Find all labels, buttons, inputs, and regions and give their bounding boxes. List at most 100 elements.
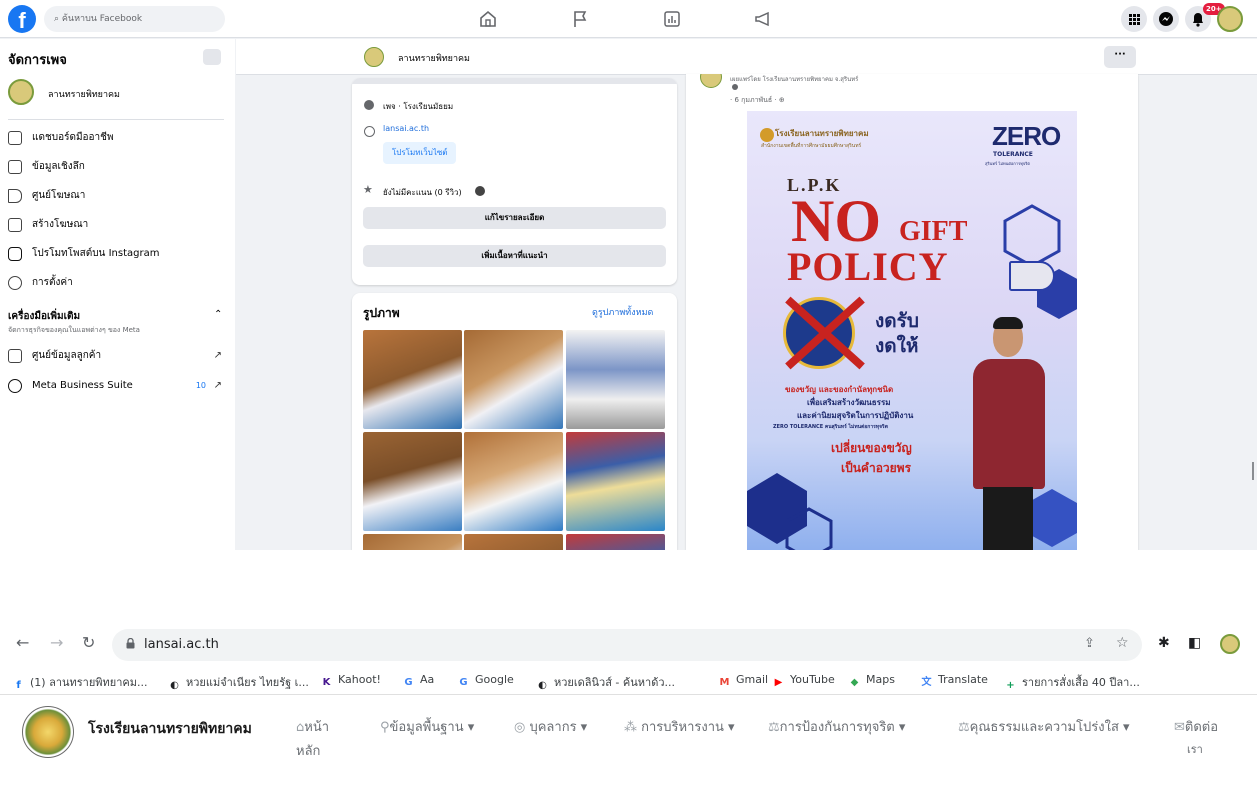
star-icon: ★ [363, 183, 373, 196]
bookmark-star-icon[interactable]: ☆ [1116, 635, 1129, 651]
bookmark-item[interactable]: ◆ Maps [848, 673, 895, 689]
bookmark-favicon-icon: G [404, 677, 413, 688]
bookmark-item[interactable]: ◐ หวยเดลินิวส์ - ค้นหาด้ว... [536, 673, 675, 692]
reload-icon[interactable]: ↻ [82, 633, 95, 652]
bookmark-item[interactable]: G Google [457, 673, 513, 689]
photo-thumbnail[interactable] [566, 330, 665, 429]
sidebar-item-business-suite[interactable]: Meta Business Suite 10 ↗ [8, 376, 228, 396]
nav-basic-info[interactable]: ⚲ข้อมูลพื้นฐาน ▾ [380, 716, 474, 737]
nav-home-line2[interactable]: หลัก [296, 740, 320, 761]
photo-thumbnail[interactable] [464, 330, 563, 429]
page-avatar-small[interactable] [364, 47, 384, 67]
school-logo[interactable] [22, 706, 74, 758]
nav-home[interactable]: ⌂หน้า [296, 716, 329, 737]
page-avatar[interactable] [8, 79, 34, 105]
nav-administration[interactable]: ⁂ การบริหารงาน ▾ [624, 716, 735, 737]
facebook-window: f ⌕ ค้นหาบน Facebook 20+ จัดการเพจ ลานทร… [0, 0, 1257, 550]
menu-grid-icon[interactable] [1121, 6, 1147, 32]
info-icon [364, 100, 374, 110]
external-link-icon: ↗ [213, 350, 222, 361]
bookmark-item[interactable]: ◐ หวยแม่จำเนียร ไทยรัฐ เ... [168, 673, 309, 692]
bookmark-label: หวยเดลินิวส์ - ค้นหาด้ว... [554, 676, 676, 689]
bookmark-label: Maps [866, 673, 895, 686]
bookmark-label: หวยแม่จำเนียร ไทยรัฐ เ... [186, 676, 309, 689]
poster-line-1: ของขวัญ และของกำนัลทุกชนิด [785, 385, 894, 394]
profile-avatar[interactable] [1217, 6, 1243, 32]
school-site-name[interactable]: โรงเรียนลานทรายพิทยาคม [88, 718, 252, 740]
bookmark-item[interactable]: + รายการสั่งเสื้อ 40 ปีลา... [1004, 673, 1140, 692]
messenger-icon[interactable] [1153, 6, 1179, 32]
scrollbar-thumb[interactable] [1252, 462, 1254, 480]
poster-line-3: และค่านิยมสุจริตในการปฏิบัติงาน [797, 411, 914, 420]
sidebar-item-dashboard[interactable]: แดชบอร์ดมืออาชีพ [8, 128, 228, 148]
browser-toolbar: ← → ↻ lansai.ac.th ⇪ ☆ ✱ ◧ [0, 623, 1257, 667]
sidebar-collapse-icon[interactable] [203, 49, 221, 65]
info-icon[interactable] [475, 186, 485, 196]
address-bar[interactable]: lansai.ac.th ⇪ ☆ [112, 629, 1142, 661]
post-date: · 6 กุมภาพันธ์ · ⊕ [730, 96, 785, 104]
share-icon[interactable]: ⇪ [1084, 636, 1095, 651]
facebook-search-input[interactable]: ⌕ ค้นหาบน Facebook [44, 6, 225, 32]
extensions-puzzle-icon[interactable]: ✱ [1158, 635, 1170, 651]
see-all-photos-link[interactable]: ดูรูปภาพทั้งหมด [592, 305, 653, 319]
sidebar-item-instagram[interactable]: โปรโมทโพสต์บน Instagram [8, 244, 228, 264]
nav-ethics-transparency[interactable]: ⚖คุณธรรมและความโปร่งใส ▾ [958, 716, 1130, 737]
bookmark-item[interactable]: M Gmail [718, 673, 769, 689]
nav-anti-corruption[interactable]: ⚖การป้องกันการทุจริต ▾ [768, 716, 905, 737]
sidebar-item-create-ad[interactable]: สร้างโฆษณา [8, 215, 228, 235]
bookmark-favicon-icon: M [719, 677, 730, 688]
rating-text: ยังไม่มีคะแนน (0 รีวิว) [383, 188, 462, 197]
facebook-logo-icon[interactable]: f [8, 5, 36, 33]
photo-thumbnail[interactable] [363, 534, 462, 550]
photo-thumbnail[interactable] [566, 534, 665, 550]
poster-no-give: งดให้ [875, 335, 919, 357]
back-arrow-icon[interactable]: ← [16, 633, 29, 652]
profile-avatar[interactable] [1220, 634, 1240, 654]
meta-business-icon [8, 379, 22, 393]
photo-thumbnail[interactable] [566, 432, 665, 531]
sidebar-item-ad-center[interactable]: ศูนย์โฆษณา [8, 186, 228, 206]
post-author-avatar[interactable] [700, 74, 722, 88]
nav-contact[interactable]: ✉ติดต่อ [1174, 716, 1218, 737]
photo-thumbnail[interactable] [363, 432, 462, 531]
lock-icon [126, 638, 135, 649]
poster-line-6: เป็นคำอวยพร [841, 461, 912, 475]
sidebar-item-customer-center[interactable]: ศูนย์ข้อมูลลูกค้า ↗ [8, 346, 228, 366]
photo-thumbnail[interactable] [464, 534, 563, 550]
bookmark-item[interactable]: G Aa [402, 673, 434, 689]
forward-arrow-icon[interactable]: → [50, 633, 63, 652]
photo-thumbnail[interactable] [363, 330, 462, 429]
poster-policy: POLICY [787, 244, 949, 289]
home-icon[interactable] [478, 9, 498, 29]
card-top-strip [352, 78, 677, 84]
more-options-button[interactable]: ··· [1104, 46, 1136, 68]
insights-icon[interactable] [662, 9, 682, 29]
bookmark-favicon-icon: ◐ [170, 680, 179, 691]
nav-contact-line2[interactable]: เรา [1187, 740, 1203, 758]
add-featured-button[interactable]: เพิ่มเนื้อหาที่แนะนำ [363, 245, 666, 267]
chevron-up-icon[interactable]: ⌃ [214, 309, 222, 320]
bookmark-item[interactable]: K Kahoot! [320, 673, 381, 689]
sidebar-item-insights[interactable]: ข้อมูลเชิงลึก [8, 157, 228, 177]
bookmark-item[interactable]: ▶ YouTube [772, 673, 835, 689]
bookmark-label: YouTube [790, 673, 835, 686]
poster-line-5: เปลี่ยนของขวัญ [831, 441, 912, 455]
edit-details-button[interactable]: แก้ไขรายละเอียด [363, 207, 666, 229]
bookmark-item[interactable]: f (1) ลานทรายพิทยาคม... [12, 673, 147, 692]
promote-website-button[interactable]: โปรโมทเว็บไซต์ [383, 142, 457, 164]
page-header-name[interactable]: ลานทรายพิทยาคม [398, 51, 470, 65]
website-link[interactable]: lansai.ac.th [383, 124, 429, 133]
poster-line-4: ZERO TOLERANCE คนสุรินทร์ ไม่ทนต่อการทุจ… [773, 424, 888, 430]
nav-personnel[interactable]: ◎ บุคลากร ▾ [514, 716, 587, 737]
page-category: เพจ · โรงเรียนมัธยม [383, 102, 454, 111]
photo-thumbnail[interactable] [464, 432, 563, 531]
globe-icon [364, 126, 375, 137]
bookmark-favicon-icon: K [322, 677, 331, 688]
sidebar-item-settings[interactable]: การตั้งค่า [8, 273, 228, 293]
page-name[interactable]: ลานทรายพิทยาคม [48, 87, 120, 101]
flag-icon[interactable] [570, 9, 590, 29]
no-gift-policy-poster[interactable]: โรงเรียนลานทรายพิทยาคม สำนักงานเขตพื้นที… [747, 111, 1077, 550]
side-panel-icon[interactable]: ◧ [1188, 635, 1201, 651]
bookmark-item[interactable]: 文 Translate [920, 673, 988, 689]
megaphone-icon[interactable] [753, 9, 773, 29]
